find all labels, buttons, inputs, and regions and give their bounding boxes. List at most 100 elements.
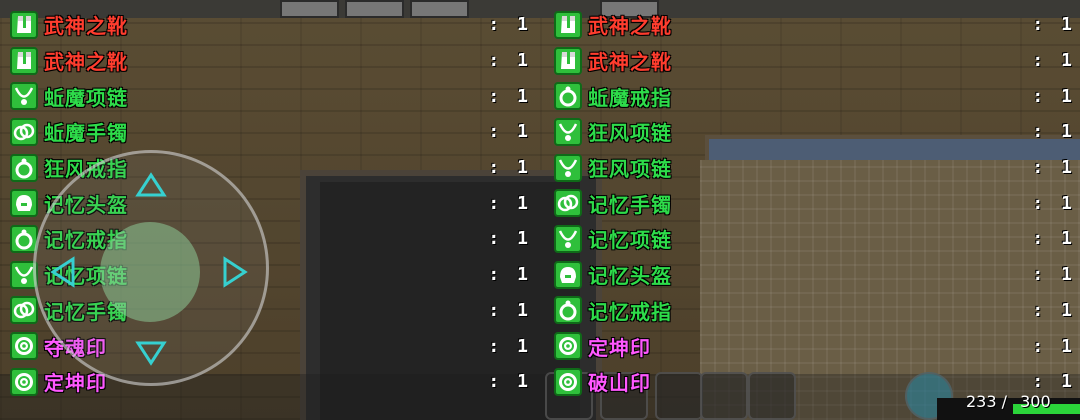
seal-icon [10, 332, 38, 361]
item-row[interactable]: 狂风项链:1 [554, 150, 1072, 186]
item-row[interactable]: 蚯魔手镯:1 [10, 114, 528, 150]
qty-value: 1 [1061, 121, 1072, 143]
boots-icon [10, 10, 38, 39]
qty-separator: : [1032, 192, 1044, 214]
joystick-right-arrow-icon[interactable] [222, 256, 248, 288]
item-row[interactable]: 记忆手镯:1 [554, 185, 1072, 221]
qty-value: 1 [1061, 50, 1072, 72]
seal-icon [554, 367, 582, 396]
item-name: 记忆戒指 [588, 299, 672, 324]
boots-icon [554, 10, 582, 39]
item-row[interactable]: 定坤印:1 [554, 328, 1072, 364]
qty-value: 1 [517, 14, 528, 36]
item-name: 狂风项链 [588, 157, 672, 182]
qty-value: 1 [517, 192, 528, 214]
hp-current: 233 [966, 392, 997, 411]
item-row[interactable]: 武神之靴:1 [554, 43, 1072, 79]
item-quantity: :1 [488, 157, 528, 178]
item-quantity: :1 [488, 371, 528, 392]
item-row[interactable]: 定坤印:1 [10, 364, 528, 400]
hp-separator: / [1001, 392, 1008, 411]
qty-value: 1 [517, 228, 528, 250]
item-row[interactable]: 武神之靴:1 [10, 7, 528, 43]
qty-separator: : [1032, 371, 1044, 393]
item-name: 记忆项链 [588, 228, 672, 253]
qty-separator: : [1032, 121, 1044, 143]
item-quantity: :1 [1032, 157, 1072, 178]
joystick-down-arrow-icon[interactable] [135, 340, 167, 366]
item-quantity: :1 [488, 14, 528, 35]
joystick-up-arrow-icon[interactable] [135, 172, 167, 198]
item-row[interactable]: 武神之靴:1 [10, 43, 528, 79]
item-name: 武神之靴 [588, 50, 672, 75]
qty-value: 1 [517, 157, 528, 179]
item-quantity: :1 [1032, 86, 1072, 107]
item-quantity: :1 [488, 193, 528, 214]
item-row[interactable]: 记忆戒指 :1 [554, 293, 1072, 329]
item-quantity: :1 [488, 121, 528, 142]
item-quantity: :1 [1032, 371, 1072, 392]
qty-separator: : [488, 121, 500, 143]
qty-separator: : [488, 228, 500, 250]
qty-separator: : [488, 192, 500, 214]
qty-separator: : [488, 264, 500, 286]
item-quantity: :1 [1032, 121, 1072, 142]
necklace-icon [554, 153, 582, 182]
qty-value: 1 [517, 121, 528, 143]
item-row[interactable]: 记忆头盔:1 [554, 257, 1072, 293]
item-name: 武神之靴 [44, 50, 128, 75]
qty-value: 1 [1061, 264, 1072, 286]
qty-separator: : [488, 85, 500, 107]
qty-value: 1 [1061, 157, 1072, 179]
item-row[interactable]: 蚯魔戒指:1 [554, 78, 1072, 114]
qty-value: 1 [1061, 192, 1072, 214]
item-name: 定坤印 [588, 335, 651, 360]
item-name: 武神之靴 [44, 14, 128, 39]
qty-value: 1 [517, 85, 528, 107]
boots-icon [10, 46, 38, 75]
joystick-left-arrow-icon[interactable] [50, 256, 76, 288]
item-name: 记忆手镯 [588, 192, 672, 217]
qty-separator: : [1032, 85, 1044, 107]
qty-value: 1 [1061, 85, 1072, 107]
qty-value: 1 [1061, 335, 1072, 357]
hp-max: 300 [1020, 392, 1051, 411]
necklace-icon [554, 117, 582, 146]
qty-value: 1 [1061, 14, 1072, 36]
joystick-knob[interactable] [100, 222, 200, 322]
bracelet-icon [10, 117, 38, 146]
qty-separator: : [488, 371, 500, 393]
item-name: 蚯魔手镯 [44, 121, 128, 146]
boots-icon [554, 46, 582, 75]
bracelet-icon [554, 189, 582, 218]
item-row[interactable]: 狂风项链:1 [554, 114, 1072, 150]
item-quantity: :1 [1032, 300, 1072, 321]
qty-value: 1 [517, 299, 528, 321]
qty-value: 1 [517, 50, 528, 72]
seal-icon [554, 332, 582, 361]
qty-separator: : [1032, 157, 1044, 179]
item-quantity: :1 [488, 336, 528, 357]
qty-separator: : [1032, 228, 1044, 250]
item-quantity: :1 [1032, 228, 1072, 249]
item-quantity: :1 [488, 86, 528, 107]
item-row[interactable]: 蚯魔项链:1 [10, 78, 528, 114]
qty-separator: : [488, 335, 500, 357]
item-name: 蚯魔戒指 [588, 85, 672, 110]
qty-value: 1 [517, 371, 528, 393]
qty-separator: : [1032, 50, 1044, 72]
necklace-icon [10, 82, 38, 111]
item-name: 狂风项链 [588, 121, 672, 146]
ring-icon [10, 153, 38, 182]
item-list-right: 武神之靴:1 武神之靴:1 蚯魔戒指:1 狂风项链:1 狂风项链:1 记忆手镯:1 记忆项链… [554, 7, 1072, 400]
item-name: 记忆头盔 [588, 264, 672, 289]
item-quantity: :1 [488, 300, 528, 321]
item-row[interactable]: 武神之靴:1 [554, 7, 1072, 43]
bracelet-icon [10, 296, 38, 325]
item-row[interactable]: 记忆项链 :1 [554, 221, 1072, 257]
qty-separator: : [488, 50, 500, 72]
qty-value: 1 [517, 264, 528, 286]
qty-separator: : [1032, 14, 1044, 36]
qty-separator: : [488, 14, 500, 36]
qty-value: 1 [1061, 371, 1072, 393]
